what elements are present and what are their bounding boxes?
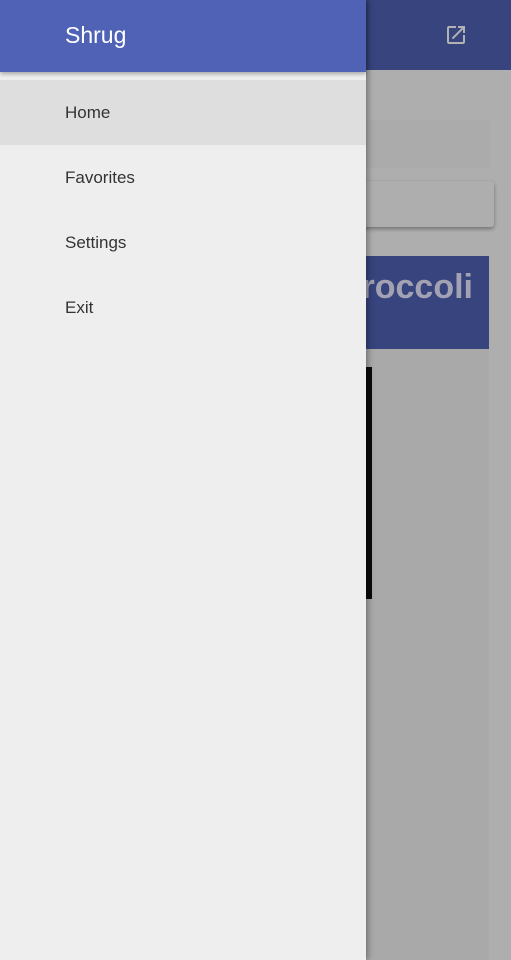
nav-item-settings[interactable]: Settings <box>0 210 366 275</box>
nav-item-label: Home <box>65 102 111 122</box>
nav-item-home[interactable]: Home <box>0 80 366 145</box>
nav-list: Home Favorites Settings Exit <box>0 80 366 340</box>
navigation-drawer: Shrug Home Favorites Settings Exit <box>0 0 366 960</box>
drawer-title: Shrug <box>65 22 127 48</box>
nav-item-label: Settings <box>65 232 127 252</box>
nav-item-label: Exit <box>65 297 94 317</box>
nav-item-label: Favorites <box>65 167 135 187</box>
drawer-header: Shrug <box>0 0 366 72</box>
nav-item-favorites[interactable]: Favorites <box>0 145 366 210</box>
screen: roccoli Shrug Home Favorites Settings Ex… <box>0 0 511 960</box>
nav-item-exit[interactable]: Exit <box>0 275 366 340</box>
